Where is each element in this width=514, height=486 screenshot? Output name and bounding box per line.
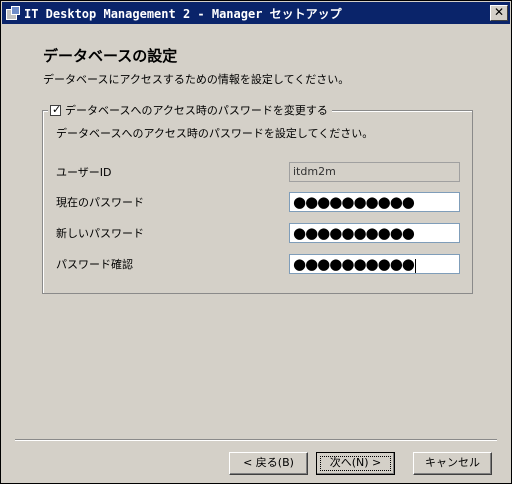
confirm-password-label: パスワード確認 [56,258,133,271]
change-password-checkbox[interactable]: ✓ [50,102,62,116]
current-password-label: 現在のパスワード [56,196,144,209]
group-hint: データベースへのアクセス時のパスワードを設定してください。 [56,127,374,140]
user-id-field: itdm2m [289,162,460,182]
app-icon [6,6,20,20]
confirm-password-input[interactable]: ●●●●●●●●●● [289,254,460,274]
back-button-label: < 戻る(B) [243,456,294,469]
setup-window: IT Desktop Management 2 - Manager セットアップ… [0,0,512,484]
new-password-value: ●●●●●●●●●● [293,224,415,242]
next-button[interactable]: 次へ(N) > [316,452,395,475]
close-button[interactable]: ✕ [490,5,508,21]
page-header: データベースの設定 データベースにアクセスするための情報を設定してください。 [2,24,510,92]
change-password-checkbox-label[interactable]: データベースへのアクセス時のパスワードを変更する [65,102,328,118]
current-password-input[interactable]: ●●●●●●●●●● [289,192,460,212]
change-password-checkbox-row[interactable]: ✓ データベースへのアクセス時のパスワードを変更する [48,102,332,118]
current-password-value: ●●●●●●●●●● [293,193,415,211]
next-button-label: 次へ(N) > [329,456,382,469]
text-caret [414,259,416,273]
confirm-password-value: ●●●●●●●●●● [293,255,415,273]
page-description: データベースにアクセスするための情報を設定してください。 [43,73,350,86]
title-bar[interactable]: IT Desktop Management 2 - Manager セットアップ… [2,2,510,24]
back-button[interactable]: < 戻る(B) [229,452,308,475]
new-password-label: 新しいパスワード [56,227,144,240]
user-id-value: itdm2m [293,165,336,178]
user-id-label: ユーザーID [56,166,112,179]
check-mark-icon: ✓ [52,102,62,116]
page-title: データベースの設定 [43,47,178,65]
cancel-button-label: キャンセル [425,456,480,469]
new-password-input[interactable]: ●●●●●●●●●● [289,223,460,243]
button-separator [15,439,497,441]
window-title: IT Desktop Management 2 - Manager セットアップ [24,6,342,21]
cancel-button[interactable]: キャンセル [413,452,492,475]
